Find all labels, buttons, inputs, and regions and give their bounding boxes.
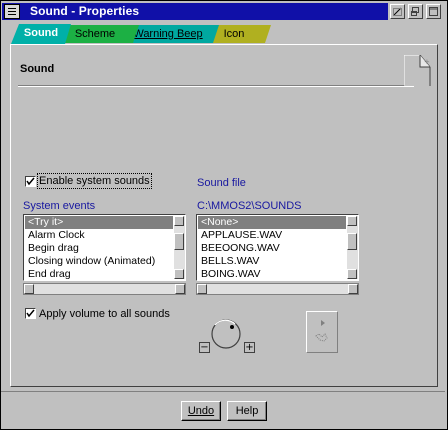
page-title-divider-highlight <box>18 86 414 87</box>
volume-down-button[interactable]: − <box>199 342 210 353</box>
page-title: Sound <box>20 63 55 75</box>
scroll-down-button[interactable] <box>347 269 357 279</box>
system-events-label: System events <box>23 200 96 212</box>
scroll-thumb[interactable] <box>347 233 357 250</box>
tab-sound[interactable]: Sound <box>11 24 71 44</box>
scroll-right-button[interactable] <box>348 284 358 294</box>
system-menu-icon[interactable] <box>4 4 20 19</box>
system-events-hscrollbar[interactable] <box>23 283 186 295</box>
list-item[interactable]: <None> <box>198 216 346 229</box>
enable-sounds-label[interactable]: Enable system sounds <box>37 173 152 189</box>
window-title: Sound - Properties <box>30 4 140 18</box>
scroll-right-button[interactable] <box>175 284 185 294</box>
scroll-left-button[interactable] <box>197 284 207 294</box>
scroll-down-button[interactable] <box>174 269 184 279</box>
help-label: Help <box>235 405 259 417</box>
scroll-up-button[interactable] <box>174 216 184 226</box>
checkmark-icon <box>26 309 35 318</box>
undo-button[interactable]: Undo <box>181 401 221 421</box>
scroll-up-button[interactable] <box>347 216 357 226</box>
list-item[interactable]: Alarm Clock <box>25 229 173 242</box>
sound-file-label: Sound file <box>197 177 246 189</box>
minimize-button[interactable] <box>390 4 405 19</box>
help-button[interactable]: Help <box>227 401 267 421</box>
restore-icon <box>411 7 419 16</box>
apply-volume-checkbox[interactable] <box>25 308 36 319</box>
system-events-listbox[interactable]: <Try it> Alarm Clock Begin drag Closing … <box>23 214 186 281</box>
button-bar-divider <box>1 391 445 392</box>
minimize-icon <box>393 7 402 16</box>
tab-sound-label: Sound <box>23 27 59 39</box>
page-turn-corner-icon[interactable]: + <box>404 55 432 87</box>
list-item[interactable]: <Try it> <box>25 216 173 229</box>
sound-file-vscrollbar[interactable] <box>347 216 358 279</box>
restore-button[interactable] <box>408 4 423 19</box>
apply-volume-label[interactable]: Apply volume to all sounds <box>39 308 170 320</box>
undo-label: Undo <box>187 405 215 417</box>
play-icon <box>315 320 328 342</box>
enable-sounds-checkbox[interactable] <box>25 176 36 187</box>
volume-up-button[interactable]: + <box>244 342 255 353</box>
play-sound-button[interactable] <box>306 311 338 353</box>
list-item[interactable]: BOING.WAV <box>198 268 346 280</box>
svg-text:+: + <box>424 58 430 66</box>
sound-file-hscrollbar[interactable] <box>196 283 359 295</box>
sound-directory-path: C:\MMOS2\SOUNDS <box>197 200 302 212</box>
sound-file-items: <None> APPLAUSE.WAV BEEOONG.WAV BELLS.WA… <box>198 216 346 280</box>
sound-file-listbox[interactable]: <None> APPLAUSE.WAV BEEOONG.WAV BELLS.WA… <box>196 214 359 281</box>
list-item[interactable]: Closing window (Animated) <box>25 255 173 268</box>
list-item[interactable]: APPLAUSE.WAV <box>198 229 346 242</box>
system-events-vscrollbar[interactable] <box>174 216 185 279</box>
list-item[interactable]: BELLS.WAV <box>198 255 346 268</box>
list-item[interactable]: Begin drag <box>25 242 173 255</box>
checkmark-icon <box>26 177 35 186</box>
scroll-left-button[interactable] <box>24 284 34 294</box>
scroll-thumb[interactable] <box>174 233 184 250</box>
tab-strip: Sound Scheme Warning Beep Icon <box>1 22 445 46</box>
list-item[interactable]: BEEOONG.WAV <box>198 242 346 255</box>
list-item[interactable]: End drag <box>25 268 173 280</box>
maximize-icon <box>429 7 438 16</box>
system-events-items: <Try it> Alarm Clock Begin drag Closing … <box>25 216 173 280</box>
maximize-button[interactable] <box>426 4 441 19</box>
